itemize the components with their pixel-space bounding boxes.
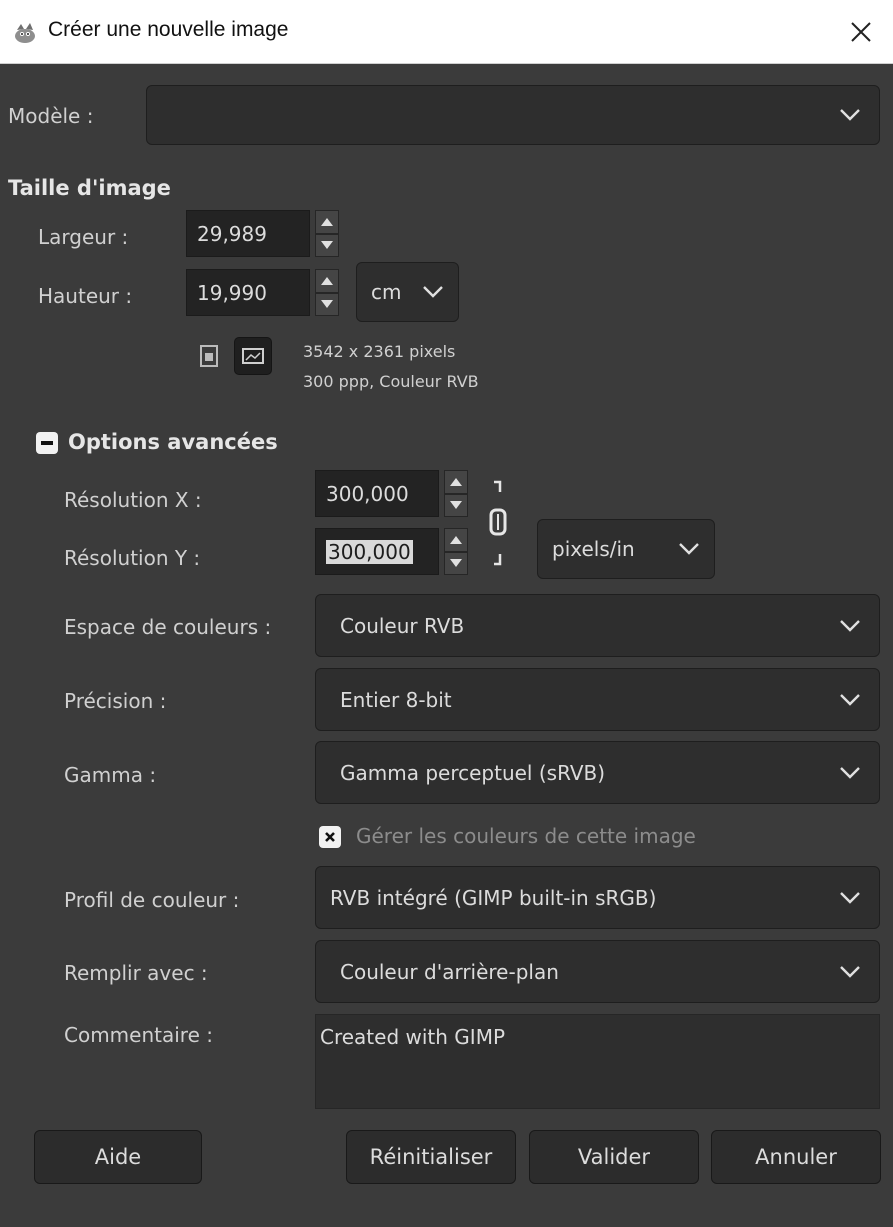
gamma-combo[interactable]: Gamma perceptuel (sRVB) — [315, 741, 880, 804]
chevron-down-icon — [840, 891, 860, 904]
resolution-y-stepper[interactable] — [444, 528, 468, 575]
image-size-heading: Taille d'image — [8, 176, 171, 200]
template-label: Modèle : — [8, 104, 94, 128]
precision-label: Précision : — [64, 689, 167, 713]
resolution-x-decrement[interactable] — [444, 493, 468, 517]
resolution-unit-combo[interactable]: pixels/in — [537, 519, 715, 579]
cancel-button[interactable]: Annuler — [711, 1130, 881, 1184]
colorspace-combo[interactable]: Couleur RVB — [315, 594, 880, 657]
reset-button[interactable]: Réinitialiser — [346, 1130, 516, 1184]
arrow-down-icon — [450, 559, 462, 568]
advanced-options-heading[interactable]: Options avancées — [68, 430, 278, 454]
comment-textarea[interactable]: Created with GIMP — [315, 1014, 880, 1109]
resolution-y-label: Résolution Y : — [64, 546, 201, 570]
gimp-icon — [15, 23, 35, 43]
close-icon — [851, 22, 871, 42]
resolution-y-input[interactable]: 300,000 — [315, 528, 439, 575]
resolution-y-increment[interactable] — [444, 528, 468, 552]
image-pixels-info: 3542 x 2361 pixels — [303, 342, 456, 361]
arrow-down-icon — [321, 241, 333, 250]
arrow-up-icon — [450, 535, 462, 544]
width-decrement[interactable] — [315, 233, 339, 257]
chevron-down-icon — [679, 543, 699, 555]
landscape-icon — [242, 348, 264, 364]
comment-label: Commentaire : — [64, 1023, 213, 1047]
chevron-down-icon — [840, 693, 860, 706]
resolution-x-value: 300,000 — [326, 481, 409, 506]
ok-button[interactable]: Valider — [529, 1130, 699, 1184]
gamma-label: Gamma : — [64, 763, 157, 787]
resolution-unit-value: pixels/in — [552, 537, 635, 561]
size-unit-combo[interactable]: cm — [356, 262, 459, 322]
colorspace-label: Espace de couleurs : — [64, 615, 272, 639]
resolution-x-label: Résolution X : — [64, 488, 202, 512]
chain-link-toggle[interactable] — [486, 478, 510, 570]
check-x-icon — [325, 832, 335, 842]
width-stepper[interactable] — [315, 210, 339, 257]
height-label: Hauteur : — [38, 284, 133, 308]
help-button[interactable]: Aide — [34, 1130, 202, 1184]
width-input[interactable]: 29,989 — [186, 210, 310, 257]
height-decrement[interactable] — [315, 292, 339, 316]
fill-combo[interactable]: Couleur d'arrière-plan — [315, 940, 880, 1003]
size-unit-value: cm — [371, 280, 402, 304]
image-details-info: 300 ppp, Couleur RVB — [303, 372, 479, 391]
precision-value: Entier 8-bit — [340, 687, 452, 712]
arrow-down-icon — [450, 501, 462, 510]
height-value: 19,990 — [197, 280, 267, 305]
chain-icon — [489, 480, 507, 566]
chevron-down-icon — [423, 286, 443, 298]
arrow-up-icon — [321, 276, 333, 285]
chevron-down-icon — [840, 766, 860, 779]
advanced-options-expander[interactable] — [36, 432, 58, 454]
color-profile-combo[interactable]: RVB intégré (GIMP built-in sRGB) — [315, 866, 880, 929]
manage-colors-label[interactable]: Gérer les couleurs de cette image — [356, 824, 696, 848]
resolution-x-increment[interactable] — [444, 470, 468, 494]
gamma-value: Gamma perceptuel (sRVB) — [340, 760, 606, 785]
width-value: 29,989 — [197, 221, 267, 246]
manage-colors-checkbox[interactable] — [319, 826, 341, 848]
resolution-y-value: 300,000 — [326, 539, 413, 564]
resolution-y-decrement[interactable] — [444, 551, 468, 575]
height-input[interactable]: 19,990 — [186, 269, 310, 316]
width-increment[interactable] — [315, 210, 339, 234]
comment-value: Created with GIMP — [320, 1025, 506, 1049]
template-combo[interactable] — [146, 85, 880, 145]
arrow-down-icon — [321, 300, 333, 309]
color-profile-label: Profil de couleur : — [64, 888, 240, 912]
window-title: Créer une nouvelle image — [48, 18, 289, 41]
portrait-icon[interactable] — [199, 344, 219, 368]
chevron-down-icon — [840, 109, 860, 121]
resolution-x-stepper[interactable] — [444, 470, 468, 517]
arrow-up-icon — [321, 217, 333, 226]
landscape-toggle[interactable] — [234, 337, 272, 375]
height-increment[interactable] — [315, 269, 339, 293]
color-profile-value: RVB intégré (GIMP built-in sRGB) — [330, 885, 657, 910]
resolution-x-input[interactable]: 300,000 — [315, 470, 439, 517]
width-label: Largeur : — [38, 225, 129, 249]
close-button[interactable] — [829, 0, 893, 64]
arrow-up-icon — [450, 477, 462, 486]
fill-value: Couleur d'arrière-plan — [340, 959, 559, 984]
title-bar: Créer une nouvelle image — [0, 0, 893, 64]
chevron-down-icon — [840, 619, 860, 632]
colorspace-value: Couleur RVB — [340, 613, 465, 638]
precision-combo[interactable]: Entier 8-bit — [315, 668, 880, 731]
chevron-down-icon — [840, 965, 860, 978]
height-stepper[interactable] — [315, 269, 339, 316]
fill-label: Remplir avec : — [64, 961, 208, 985]
